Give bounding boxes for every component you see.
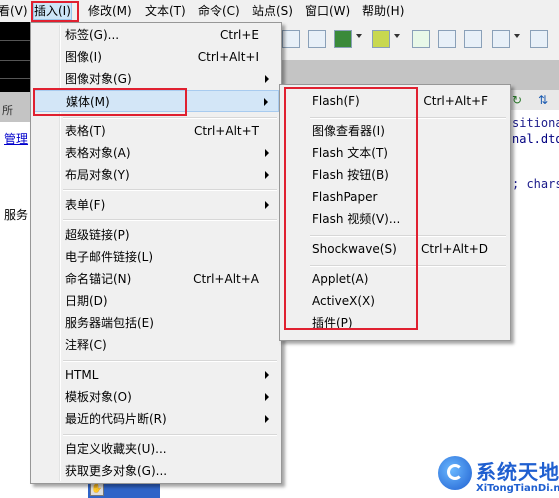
media-icon[interactable] (372, 30, 390, 48)
menu-item-label: 注释(C) (65, 338, 107, 352)
sort-icon[interactable]: ⇅ (538, 93, 548, 107)
submenu-item-shortcut: Ctrl+Alt+F (423, 94, 488, 108)
menu-separator (63, 219, 277, 221)
submenu-item-shortcut: Ctrl+Alt+D (421, 242, 488, 256)
menu-item-label: 命名锚记(N) (65, 272, 132, 286)
menu-item-html[interactable]: HTML (33, 364, 279, 386)
menu-item-label: 日期(D) (65, 294, 108, 308)
menu-item-label: 标签(G)... (65, 28, 120, 42)
menu-item-label: 服务器端包括(E) (65, 316, 154, 330)
menu-item-table-objects[interactable]: 表格对象(A) (33, 142, 279, 164)
logo-url: XiTongTianDi.net (476, 483, 559, 494)
menu-item-layout-objects[interactable]: 布局对象(Y) (33, 164, 279, 186)
layer-icon[interactable] (308, 30, 326, 48)
menu-site[interactable]: 站点(S) (252, 3, 293, 19)
insert-highlight-box (31, 1, 79, 22)
logo-title: 系统天地 (476, 460, 559, 484)
submenu-arrow-icon (265, 415, 269, 423)
media-dropdown-icon[interactable] (394, 34, 400, 38)
menu-item-label: 电子邮件链接(L) (65, 250, 154, 264)
menu-item-image-objects[interactable]: 图像对象(G) (33, 68, 279, 90)
submenu-arrow-icon (265, 201, 269, 209)
left-label-fragment: 服务 (4, 208, 29, 222)
menu-item-email-link[interactable]: 电子邮件链接(L) (33, 246, 279, 268)
submenu-arrow-icon (265, 393, 269, 401)
image-dropdown-icon[interactable] (356, 34, 362, 38)
menu-item-shortcut: Ctrl+Alt+A (193, 272, 259, 286)
refresh-icon[interactable]: ↻ (512, 93, 522, 107)
left-link-fragment[interactable]: 管理 (4, 130, 28, 147)
submenu-arrow-icon (265, 75, 269, 83)
menu-item-get-more-objects[interactable]: 获取更多对象(G)... (33, 460, 279, 482)
menu-item-label: 自定义收藏夹(U)... (65, 442, 167, 456)
menu-item-label: 获取更多对象(G)... (65, 464, 168, 478)
menu-item-tag[interactable]: 标签(G)... Ctrl+E (33, 24, 279, 46)
menu-item-comment[interactable]: 注释(C) (33, 334, 279, 356)
insert-panel-strip (0, 22, 34, 92)
comment-icon[interactable] (464, 30, 482, 48)
menu-item-label: 表格(T) (65, 124, 106, 138)
menu-view[interactable]: 看(V) (0, 3, 28, 19)
menu-window[interactable]: 窗口(W) (305, 3, 350, 19)
menu-text[interactable]: 文本(T) (145, 3, 186, 19)
menu-item-shortcut: Ctrl+Alt+I (197, 50, 259, 64)
menu-help[interactable]: 帮助(H) (362, 3, 404, 19)
watermark-logo: 系统天地 XiTongTianDi.net (436, 452, 559, 498)
menu-bar: 看(V) 插入(I) 修改(M) 文本(T) 命令(C) 站点(S) 窗口(W)… (0, 0, 559, 23)
menu-item-label: 模板对象(O) (65, 390, 132, 404)
submenu-arrow-icon (264, 98, 268, 106)
menu-item-hyperlink[interactable]: 超级链接(P) (33, 224, 279, 246)
menu-item-form[interactable]: 表单(F) (33, 194, 279, 216)
code-line-2: nal.dtd" (512, 132, 559, 146)
document-tab-fragment: 所 (2, 104, 13, 117)
menu-item-label: 图像(I) (65, 50, 102, 64)
menu-separator (63, 117, 277, 119)
menu-command[interactable]: 命令(C) (198, 3, 240, 19)
menu-item-label: 表格对象(A) (65, 146, 131, 160)
menu-item-label: 最近的代码片断(R) (65, 412, 167, 426)
menu-separator (63, 189, 277, 191)
code-line-3: ; chars (512, 177, 559, 191)
insert-toolbar (276, 22, 559, 61)
document-tab-strip: 所 (0, 92, 34, 122)
menu-item-recent-snippets[interactable]: 最近的代码片断(R) (33, 408, 279, 430)
menu-item-label: 表单(F) (65, 198, 106, 212)
submenu-arrow-icon (265, 149, 269, 157)
table-icon[interactable] (282, 30, 300, 48)
menu-item-server-include[interactable]: 服务器端包括(E) (33, 312, 279, 334)
menu-item-label: 布局对象(Y) (65, 168, 130, 182)
menu-item-date[interactable]: 日期(D) (33, 290, 279, 312)
menu-separator (63, 434, 277, 436)
menu-item-customize-favorites[interactable]: 自定义收藏夹(U)... (33, 438, 279, 460)
menu-item-table[interactable]: 表格(T) Ctrl+Alt+T (33, 120, 279, 142)
image-icon[interactable] (334, 30, 352, 48)
menu-item-label: 超级链接(P) (65, 228, 130, 242)
template-icon[interactable] (492, 30, 510, 48)
submenu-arrow-icon (265, 371, 269, 379)
menu-item-image[interactable]: 图像(I) Ctrl+Alt+I (33, 46, 279, 68)
tag-chooser-icon[interactable] (530, 30, 548, 48)
logo-badge-icon (438, 456, 472, 490)
menu-modify[interactable]: 修改(M) (88, 3, 132, 19)
submenu-arrow-icon (265, 171, 269, 179)
server-include-icon[interactable] (438, 30, 456, 48)
code-line-1: sitional (512, 116, 559, 130)
date-icon[interactable] (412, 30, 430, 48)
menu-item-shortcut: Ctrl+E (220, 28, 259, 42)
submenu-highlight-box (284, 87, 418, 330)
menu-item-template-objects[interactable]: 模板对象(O) (33, 386, 279, 408)
menu-separator (63, 360, 277, 362)
menu-item-label: HTML (65, 368, 99, 382)
media-highlight-box (33, 88, 187, 116)
menu-item-label: 图像对象(G) (65, 72, 132, 86)
menu-item-named-anchor[interactable]: 命名锚记(N) Ctrl+Alt+A (33, 268, 279, 290)
template-dropdown-icon[interactable] (514, 34, 520, 38)
hand-icon[interactable]: ✋ (90, 482, 104, 496)
menu-item-shortcut: Ctrl+Alt+T (193, 124, 259, 138)
